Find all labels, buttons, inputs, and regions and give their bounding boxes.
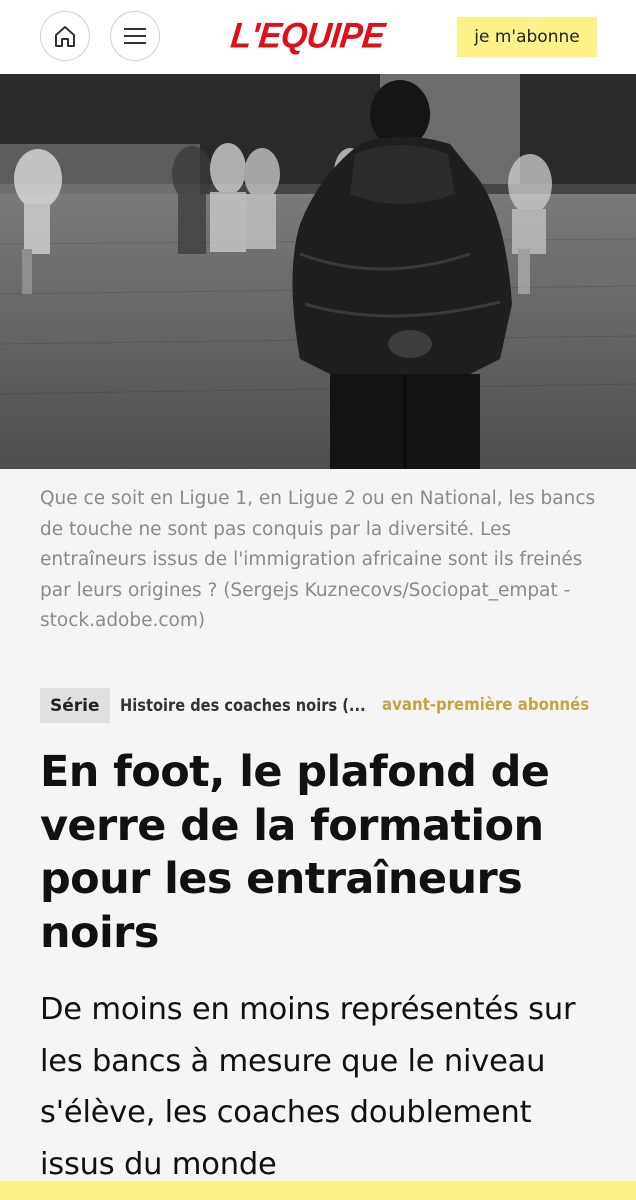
- article-lead: De moins en moins représentés sur les ba…: [40, 992, 576, 1182]
- image-caption: Que ce soit en Ligue 1, en Ligue 2 ou en…: [40, 488, 596, 631]
- site-header: L'EQUIPE je m'abonne: [0, 0, 636, 74]
- series-row: Série Histoire des coaches noirs (... av…: [40, 688, 600, 723]
- subscribe-button[interactable]: je m'abonne: [457, 17, 597, 57]
- bottom-banner[interactable]: [0, 1181, 636, 1200]
- series-tag: Série: [40, 688, 110, 723]
- hero-photo: [0, 74, 636, 469]
- site-logo[interactable]: L'EQUIPE: [229, 13, 387, 59]
- menu-button[interactable]: [110, 11, 160, 61]
- menu-icon: [124, 28, 146, 44]
- hero-image: [0, 74, 636, 469]
- article-title: En foot, le plafond de verre de la forma…: [40, 747, 550, 958]
- series-link[interactable]: Histoire des coaches noirs (...: [120, 696, 375, 716]
- home-icon: [55, 26, 75, 47]
- home-button[interactable]: [40, 11, 90, 61]
- premium-badge: avant-première abonnés: [382, 695, 590, 715]
